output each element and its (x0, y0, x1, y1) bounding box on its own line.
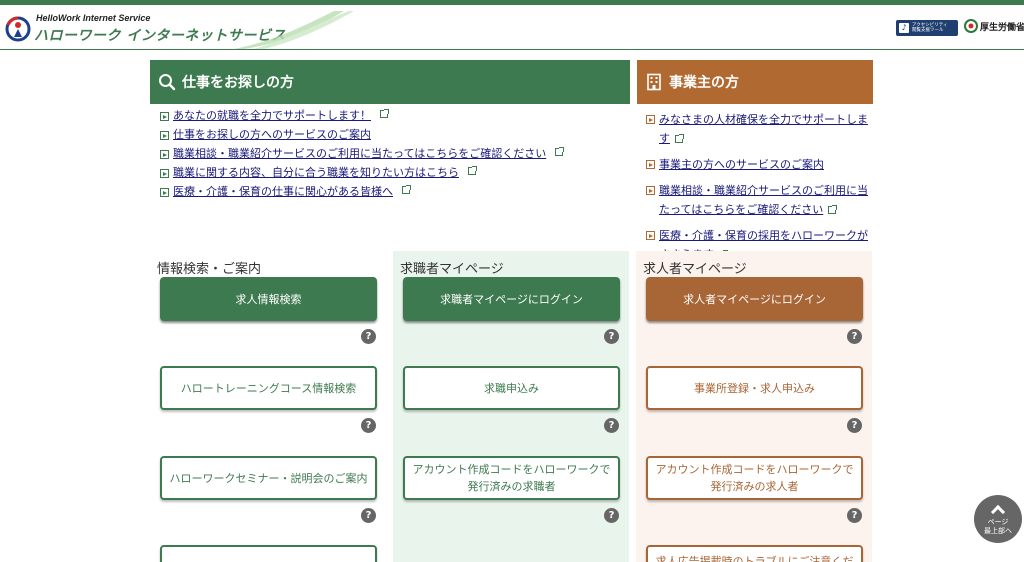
job-seeker-section-title: 仕事をお探しの方 (182, 75, 294, 91)
arrow-bullet-icon (646, 115, 655, 124)
job-seeker-section-header: 仕事をお探しの方 (150, 60, 630, 104)
employer-mypage-column: 求人者マイページ 求人者マイページにログイン ? 事業所登録・求人申込み ? ア… (636, 251, 872, 562)
seeker-login-button[interactable]: 求職者マイページにログイン (403, 277, 620, 321)
employer-link[interactable]: 事業主の方へのサービスのご案内 (659, 155, 824, 174)
seeker-mypage-column: 求職者マイページ 求職者マイページにログイン ? 求職申込み ? アカウント作成… (393, 251, 629, 562)
help-icon[interactable]: ? (847, 508, 862, 523)
page-top-button[interactable]: ページ 最上部へ (974, 495, 1022, 543)
help-icon[interactable]: ? (361, 508, 376, 523)
job-search-button[interactable]: 求人情報検索 (160, 277, 377, 321)
external-link-icon (675, 134, 684, 143)
seeker-mypage-column-title: 求職者マイページ (400, 262, 504, 277)
help-icon[interactable]: ? (604, 329, 619, 344)
list-item: 職業相談・職業紹介サービスのご利用に当たってはこちらをご確認ください (646, 181, 868, 219)
building-icon (647, 73, 661, 91)
info-search-column: 情報検索・ご案内 求人情報検索 ? ハロートレーニングコース情報検索 ? ハロー… (150, 251, 386, 562)
arrow-bullet-icon (160, 150, 169, 159)
arrow-bullet-icon (160, 131, 169, 140)
list-item: みなさまの人材確保を全力でサポートします (646, 110, 868, 148)
ministry-logo[interactable]: 厚生労働省 (964, 19, 1024, 33)
seeker-account-code-button[interactable]: アカウント作成コードをハローワークで 発行済みの求職者 (403, 456, 620, 500)
employer-section-header: 事業主の方 (637, 60, 873, 104)
employer-account-code-button[interactable]: アカウント作成コードをハローワークで 発行済みの求人者 (646, 456, 863, 500)
ministry-label: 厚生労働省 (980, 22, 1024, 33)
list-item: 医療・介護・保育の仕事に関心がある皆様へ (160, 185, 630, 198)
employer-register-button[interactable]: 事業所登録・求人申込み (646, 366, 863, 410)
accessibility-tool-button[interactable]: ♪ アクセシビリティ 閲覧支援ツール (896, 20, 958, 36)
employer-login-button[interactable]: 求人者マイページにログイン (646, 277, 863, 321)
help-icon[interactable]: ? (847, 418, 862, 433)
search-icon (159, 74, 176, 91)
help-icon[interactable]: ? (604, 418, 619, 433)
employer-mypage-column-title: 求人者マイページ (643, 262, 747, 277)
list-item: 仕事をお探しの方へのサービスのご案内 (160, 129, 630, 141)
arrow-bullet-icon (646, 231, 655, 240)
site-header: HelloWork Internet Service ハローワーク インターネッ… (0, 0, 1024, 50)
external-link-icon (828, 205, 838, 214)
arrow-bullet-icon (160, 169, 169, 178)
job-seeker-link[interactable]: 職業に関する内容、自分に合う職業を知りたい方はこちら (173, 167, 459, 179)
external-link-icon (555, 147, 565, 156)
list-item: あなたの就職を全力でサポートします！ (160, 109, 630, 122)
page-top-label-2: 最上部へ (984, 526, 1012, 535)
info-search-column-title: 情報検索・ご案内 (157, 262, 262, 277)
arrow-bullet-icon (646, 160, 655, 169)
employer-link[interactable]: 職業相談・職業紹介サービスのご利用に当たってはこちらをご確認ください (659, 184, 868, 216)
arrow-bullet-icon (160, 188, 169, 197)
help-icon[interactable]: ? (361, 418, 376, 433)
hellowork-logo-icon (5, 16, 31, 42)
job-seeker-link-list: あなたの就職を全力でサポートします！ 仕事をお探しの方へのサービスのご案内 職業… (160, 109, 630, 205)
employer-link[interactable]: みなさまの人材確保を全力でサポートします (659, 113, 868, 145)
hellowork-logo[interactable]: HelloWork Internet Service ハローワーク インターネッ… (4, 11, 354, 49)
logo-english-text: HelloWork Internet Service (36, 13, 151, 23)
external-link-icon (402, 185, 411, 194)
job-seeker-link[interactable]: あなたの就職を全力でサポートします！ (173, 110, 371, 122)
help-icon[interactable]: ? (361, 329, 376, 344)
help-icon[interactable]: ? (604, 508, 619, 523)
help-icon[interactable]: ? (847, 329, 862, 344)
speaker-icon: ♪ (899, 23, 909, 33)
seminar-info-button[interactable]: ハローワークセミナー・説明会のご案内 (160, 456, 377, 500)
accessibility-label: アクセシビリティ 閲覧支援ツール (912, 23, 948, 33)
chevron-up-icon (990, 504, 1006, 519)
employer-link-list: みなさまの人材確保を全力でサポートします 事業主の方へのサービスのご案内 職業相… (646, 110, 868, 271)
logo-swoosh-decoration (234, 11, 354, 49)
training-course-search-button[interactable]: ハロートレーニングコース情報検索 (160, 366, 377, 410)
list-item: 事業主の方へのサービスのご案内 (646, 155, 868, 174)
list-item: 職業相談・職業紹介サービスのご利用に当たってはこちらをご確認ください (160, 147, 630, 160)
seeker-apply-button[interactable]: 求職申込み (403, 366, 620, 410)
job-seeker-link[interactable]: 職業相談・職業紹介サービスのご利用に当たってはこちらをご確認ください (173, 148, 546, 160)
external-link-icon (468, 166, 477, 175)
arrow-bullet-icon (160, 112, 169, 121)
job-seeker-link[interactable]: 医療・介護・保育の仕事に関心がある皆様へ (173, 186, 393, 198)
ad-trouble-notice-button[interactable]: 求人広告掲載時のトラブルにご注意くだ (646, 545, 863, 562)
job-seeker-link[interactable]: 仕事をお探しの方へのサービスのご案内 (173, 129, 371, 141)
external-link-icon (380, 109, 389, 118)
arrow-bullet-icon (646, 186, 655, 195)
list-item: 職業に関する内容、自分に合う職業を知りたい方はこちら (160, 166, 630, 179)
info-extra-button[interactable] (160, 545, 377, 562)
employer-section-title: 事業主の方 (669, 75, 739, 91)
ministry-mark-icon (964, 19, 978, 33)
